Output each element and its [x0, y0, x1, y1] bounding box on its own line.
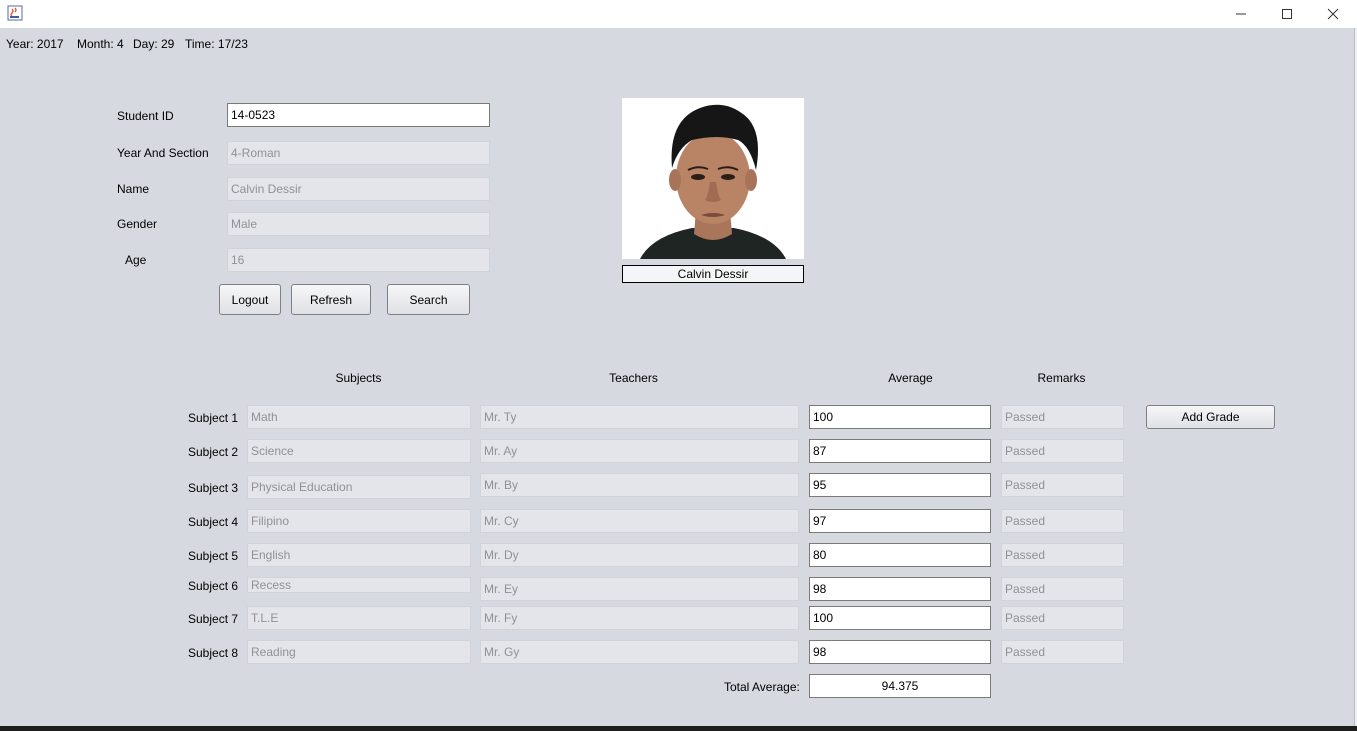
subject-8-average-input[interactable]: 98: [809, 640, 991, 664]
student-id-input[interactable]: 14-0523: [227, 103, 490, 127]
subject-1-name: Math: [247, 405, 471, 429]
subject-2-teacher: Mr. Ay: [480, 439, 799, 463]
subject-3-average-input[interactable]: 95: [809, 473, 991, 497]
subject-4-teacher: Mr. Cy: [480, 509, 799, 533]
subject-6-label: Subject 6: [188, 579, 239, 593]
month-status: Month: 4: [77, 37, 124, 51]
subject-7-name: T.L.E: [247, 606, 471, 630]
subject-7-teacher: Mr. Fy: [480, 606, 799, 630]
student-photo: [622, 98, 804, 259]
subject-4-remarks: Passed: [1001, 509, 1124, 533]
subject-4-label: Subject 4: [188, 515, 239, 529]
subject-5-average-input[interactable]: 80: [809, 543, 991, 567]
subject-1-remarks: Passed: [1001, 405, 1124, 429]
java-app-icon: [7, 5, 23, 21]
subject-6-average-input[interactable]: 98: [809, 577, 991, 601]
subject-1-label: Subject 1: [188, 411, 239, 425]
close-icon: [1327, 8, 1339, 20]
subject-7-label: Subject 7: [188, 612, 239, 626]
logout-button[interactable]: Logout: [219, 284, 281, 315]
subject-3-remarks: Passed: [1001, 473, 1124, 497]
subject-6-remarks: Passed: [1001, 577, 1124, 601]
subject-7-remarks: Passed: [1001, 606, 1124, 630]
subject-8-teacher: Mr. Gy: [480, 640, 799, 664]
student-id-label: Student ID: [117, 109, 174, 123]
subject-5-name: English: [247, 543, 471, 567]
subject-3-teacher: Mr. By: [480, 473, 799, 497]
day-status: Day: 29: [133, 37, 175, 51]
year-section-label: Year And Section: [117, 146, 209, 160]
close-button[interactable]: [1310, 0, 1356, 28]
subject-2-label: Subject 2: [188, 445, 239, 459]
subject-1-average-input[interactable]: 100: [809, 405, 991, 429]
search-button[interactable]: Search: [387, 284, 470, 315]
total-average-label: Total Average:: [724, 680, 800, 694]
name-label: Name: [117, 182, 150, 196]
average-header: Average: [888, 371, 933, 385]
subjects-header: Subjects: [335, 371, 382, 385]
teachers-header: Teachers: [609, 371, 658, 385]
subject-6-name: Recess: [247, 577, 471, 593]
subject-8-name: Reading: [247, 640, 471, 664]
subject-4-name: Filipino: [247, 509, 471, 533]
time-status: Time: 17/23: [185, 37, 248, 51]
age-label: Age: [125, 253, 147, 267]
title-bar: [0, 0, 1357, 28]
subject-8-label: Subject 8: [188, 646, 239, 660]
subject-8-remarks: Passed: [1001, 640, 1124, 664]
subject-3-name: Physical Education: [247, 475, 471, 499]
taskbar-edge: [0, 726, 1357, 731]
subject-2-average-input[interactable]: 87: [809, 439, 991, 463]
photo-caption: Calvin Dessir: [622, 265, 804, 283]
subject-1-teacher: Mr. Ty: [480, 405, 799, 429]
year-status: Year: 2017: [6, 37, 64, 51]
minimize-button[interactable]: [1218, 0, 1264, 28]
subject-5-remarks: Passed: [1001, 543, 1124, 567]
subject-6-teacher: Mr. Ey: [480, 577, 799, 601]
total-average-field: 94.375: [809, 674, 991, 698]
subject-2-remarks: Passed: [1001, 439, 1124, 463]
refresh-button[interactable]: Refresh: [291, 284, 371, 315]
remarks-header: Remarks: [1037, 371, 1086, 385]
minimize-icon: [1236, 13, 1246, 15]
subject-7-average-input[interactable]: 100: [809, 606, 991, 630]
subject-3-label: Subject 3: [188, 481, 239, 495]
age-field: 16: [227, 248, 490, 272]
add-grade-button[interactable]: Add Grade: [1146, 405, 1275, 429]
subject-2-name: Science: [247, 439, 471, 463]
subject-5-teacher: Mr. Dy: [480, 543, 799, 567]
student-portrait-image: [622, 98, 804, 259]
name-field: Calvin Dessir: [227, 177, 490, 201]
maximize-icon: [1282, 9, 1292, 19]
maximize-button[interactable]: [1264, 0, 1310, 28]
subject-4-average-input[interactable]: 97: [809, 509, 991, 533]
gender-field: Male: [227, 212, 490, 236]
gender-label: Gender: [117, 217, 158, 231]
year-section-field: 4-Roman: [227, 141, 490, 165]
subject-5-label: Subject 5: [188, 549, 239, 563]
